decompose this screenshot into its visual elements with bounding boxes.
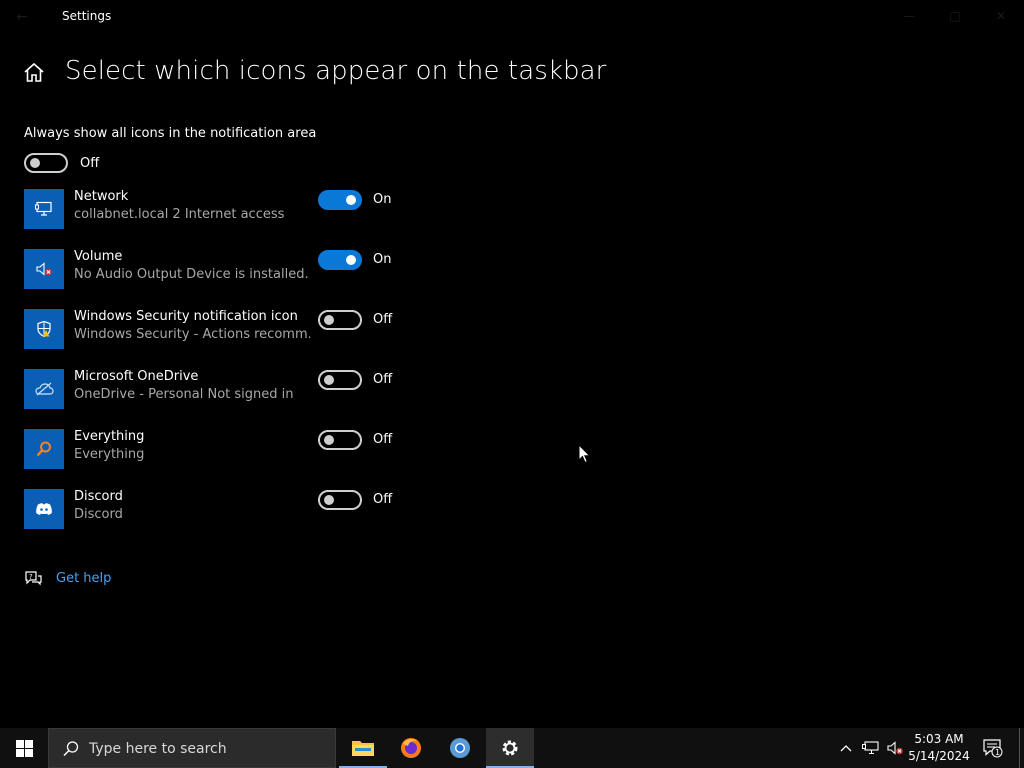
help-chat-icon: ? [23, 570, 43, 588]
notification-center-icon[interactable]: 1 [979, 728, 1007, 768]
magnifier-icon [24, 429, 64, 469]
mouse-cursor-icon [578, 443, 592, 464]
settings-gear-icon[interactable] [486, 728, 534, 768]
close-button[interactable]: ✕ [978, 0, 1024, 32]
get-help-link[interactable]: Get help [56, 571, 111, 586]
onedrive-cloud-icon [24, 369, 64, 409]
list-item: Everything Everything Off [24, 429, 424, 469]
file-explorer-icon[interactable] [339, 728, 387, 768]
svg-text:?: ? [29, 573, 33, 581]
app-description: Windows Security - Actions recomm... [74, 327, 310, 342]
toggle-state: Off [373, 372, 393, 387]
app-name: Network [74, 189, 129, 204]
windows-start-icon[interactable] [0, 728, 48, 768]
app-name: Volume [74, 249, 123, 264]
always-show-state: Off [80, 156, 100, 171]
app-description: Everything [74, 447, 145, 462]
list-item: Discord Discord Off [24, 489, 424, 529]
list-item: Windows Security notification icon Windo… [24, 309, 424, 349]
always-show-label: Always show all icons in the notificatio… [24, 126, 317, 141]
list-item: Volume No Audio Output Device is install… [24, 249, 424, 289]
app-description: Discord [74, 507, 123, 522]
chevron-up-icon[interactable] [836, 728, 856, 768]
windows-security-toggle[interactable] [318, 310, 362, 330]
list-item: Microsoft OneDrive OneDrive - Personal N… [24, 369, 424, 409]
clock-time: 5:03 AM [914, 732, 964, 746]
maximize-button[interactable]: □ [932, 0, 978, 32]
chrome-icon[interactable] [436, 728, 484, 768]
app-name: Microsoft OneDrive [74, 369, 199, 384]
volume-toggle[interactable] [318, 250, 362, 270]
app-name: Windows Security notification icon [74, 309, 298, 324]
search-icon [61, 739, 81, 759]
everything-toggle[interactable] [318, 430, 362, 450]
taskbar-clock[interactable]: 5:03 AM 5/14/2024 [905, 731, 973, 765]
taskbar: Type here to search 5:03 AM 5/14/2024 1 [0, 728, 1024, 768]
toggle-state: On [373, 192, 392, 207]
app-description: collabnet.local 2 Internet access [74, 207, 285, 222]
toggle-state: Off [373, 432, 393, 447]
shield-icon [24, 309, 64, 349]
always-show-toggle[interactable] [24, 153, 68, 173]
network-icon [24, 189, 64, 229]
list-item: Network collabnet.local 2 Internet acces… [24, 189, 424, 229]
taskbar-search-box[interactable]: Type here to search [48, 728, 336, 768]
volume-muted-icon[interactable] [884, 728, 906, 768]
search-placeholder: Type here to search [89, 741, 227, 757]
onedrive-toggle[interactable] [318, 370, 362, 390]
toggle-state: Off [373, 492, 393, 507]
toggle-state: Off [373, 312, 393, 327]
network-icon[interactable] [859, 728, 883, 768]
app-name: Everything [74, 429, 145, 444]
app-description: No Audio Output Device is installed. [74, 267, 309, 282]
discord-toggle[interactable] [318, 490, 362, 510]
toggle-state: On [373, 252, 392, 267]
clock-date: 5/14/2024 [908, 749, 970, 763]
minimize-button[interactable]: — [886, 0, 932, 32]
volume-muted-icon [24, 249, 64, 289]
app-name: Discord [74, 489, 123, 504]
home-icon[interactable] [22, 61, 46, 85]
title-bar: ← Settings — □ ✕ [0, 0, 1024, 34]
notification-count: 1 [995, 748, 1000, 757]
network-toggle[interactable] [318, 190, 362, 210]
discord-icon [24, 489, 64, 529]
page-title: Select which icons appear on the taskbar [65, 56, 607, 86]
show-desktop-button[interactable] [1019, 728, 1020, 768]
app-title: Settings [62, 9, 112, 23]
firefox-icon[interactable] [387, 728, 435, 768]
app-description: OneDrive - Personal Not signed in [74, 387, 294, 402]
back-arrow-icon[interactable]: ← [8, 4, 36, 30]
